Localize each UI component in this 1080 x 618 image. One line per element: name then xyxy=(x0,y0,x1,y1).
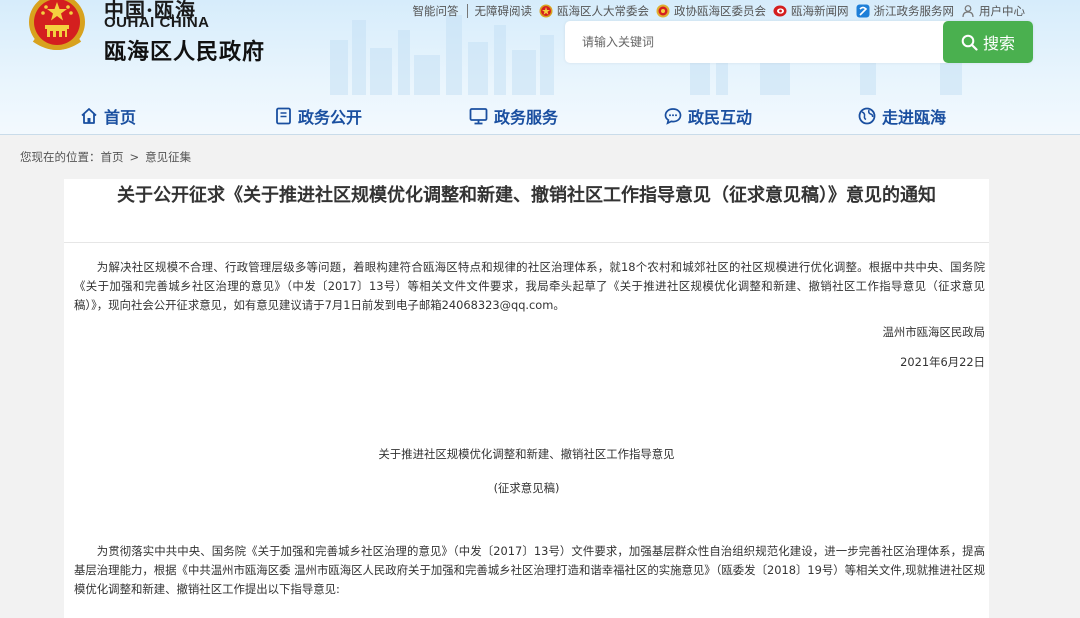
document-icon xyxy=(276,107,291,125)
service-icon xyxy=(856,4,869,18)
document-title: 关于推进社区规模优化调整和新建、撤销社区工作指导意见 xyxy=(378,447,675,461)
search-button[interactable]: 搜索 xyxy=(943,21,1033,63)
nav-item-interaction[interactable]: 政民互动 xyxy=(664,104,752,128)
top-links-bar: 智能问答 无障碍阅读 瓯海区人大常委会 政协瓯海区委员会 瓯海新闻网 浙江政务服… xyxy=(406,2,1025,20)
nav-item-gov-affairs[interactable]: 政务公开 xyxy=(275,104,362,128)
breadcrumb-current-link[interactable]: 意见征集 xyxy=(145,149,191,165)
right-gutter xyxy=(989,179,1080,618)
breadcrumb-prefix: 您现在的位置： xyxy=(20,150,101,164)
main-nav: 首页 政务公开 政务服务 政民互动 走进瓯海 xyxy=(0,98,1080,134)
top-link-zj-service[interactable]: 浙江政务服务网 xyxy=(856,3,954,19)
breadcrumb: 您现在的位置： 首页 > 意见征集 xyxy=(0,135,1080,179)
search-icon xyxy=(961,34,978,51)
article-intro-paragraph: 为解决社区规模不合理、行政管理层级多等问题，着眼构建符合瓯海区特点和规律的社区治… xyxy=(74,260,985,312)
search-input[interactable] xyxy=(565,21,943,63)
search-button-label: 搜索 xyxy=(982,34,1015,53)
top-link-accessibility[interactable]: 无障碍阅读 xyxy=(475,3,533,19)
national-emblem-icon xyxy=(29,0,85,50)
home-icon xyxy=(81,108,97,124)
top-link-user-center[interactable]: 用户中心 xyxy=(961,3,1025,19)
top-link-npc[interactable]: 瓯海区人大常委会 xyxy=(539,3,649,19)
top-link-divider xyxy=(466,4,468,18)
chat-icon xyxy=(664,108,682,125)
top-link-smart-qa[interactable]: 智能问答 xyxy=(413,3,459,19)
article-date: 2021年6月22日 xyxy=(900,355,985,369)
logo-english: OUHAI CHINA xyxy=(104,14,210,31)
article-panel: 关于公开征求《关于推进社区规模优化调整和新建、撤销社区工作指导意见（征求意见稿）… xyxy=(64,179,989,618)
logo-site-name[interactable]: 瓯海区人民政府 xyxy=(104,34,265,66)
document-subtitle: (征求意见稿) xyxy=(493,481,560,495)
nav-item-gov-services[interactable]: 政务服务 xyxy=(469,104,558,128)
news-icon xyxy=(773,5,787,17)
globe-icon xyxy=(858,107,876,125)
breadcrumb-home-link[interactable]: 首页 xyxy=(101,149,124,165)
top-link-cppcc[interactable]: 政协瓯海区委员会 xyxy=(656,3,766,19)
monitor-icon xyxy=(469,108,488,125)
npc-emblem-icon xyxy=(539,4,553,18)
breadcrumb-separator: > xyxy=(129,150,140,164)
document-body-paragraph: 为贯彻落实中共中央、国务院《关于加强和完善城乡社区治理的意见》（中发〔2017〕… xyxy=(74,544,985,596)
search-box: 搜索 xyxy=(565,21,1033,63)
cppcc-emblem-icon xyxy=(656,4,670,18)
user-icon xyxy=(962,5,974,18)
article-title: 关于公开征求《关于推进社区规模优化调整和新建、撤销社区工作指导意见（征求意见稿）… xyxy=(117,185,936,206)
nav-item-about-ouhai[interactable]: 走进瓯海 xyxy=(858,104,946,128)
article-signature: 温州市瓯海区民政局 xyxy=(882,325,985,339)
title-divider xyxy=(64,242,989,243)
site-header: 中国·瓯海 OUHAI CHINA 瓯海区人民政府 智能问答 无障碍阅读 瓯海区… xyxy=(0,0,1080,135)
nav-item-home[interactable]: 首页 xyxy=(80,104,136,128)
top-link-news[interactable]: 瓯海新闻网 xyxy=(773,3,849,19)
